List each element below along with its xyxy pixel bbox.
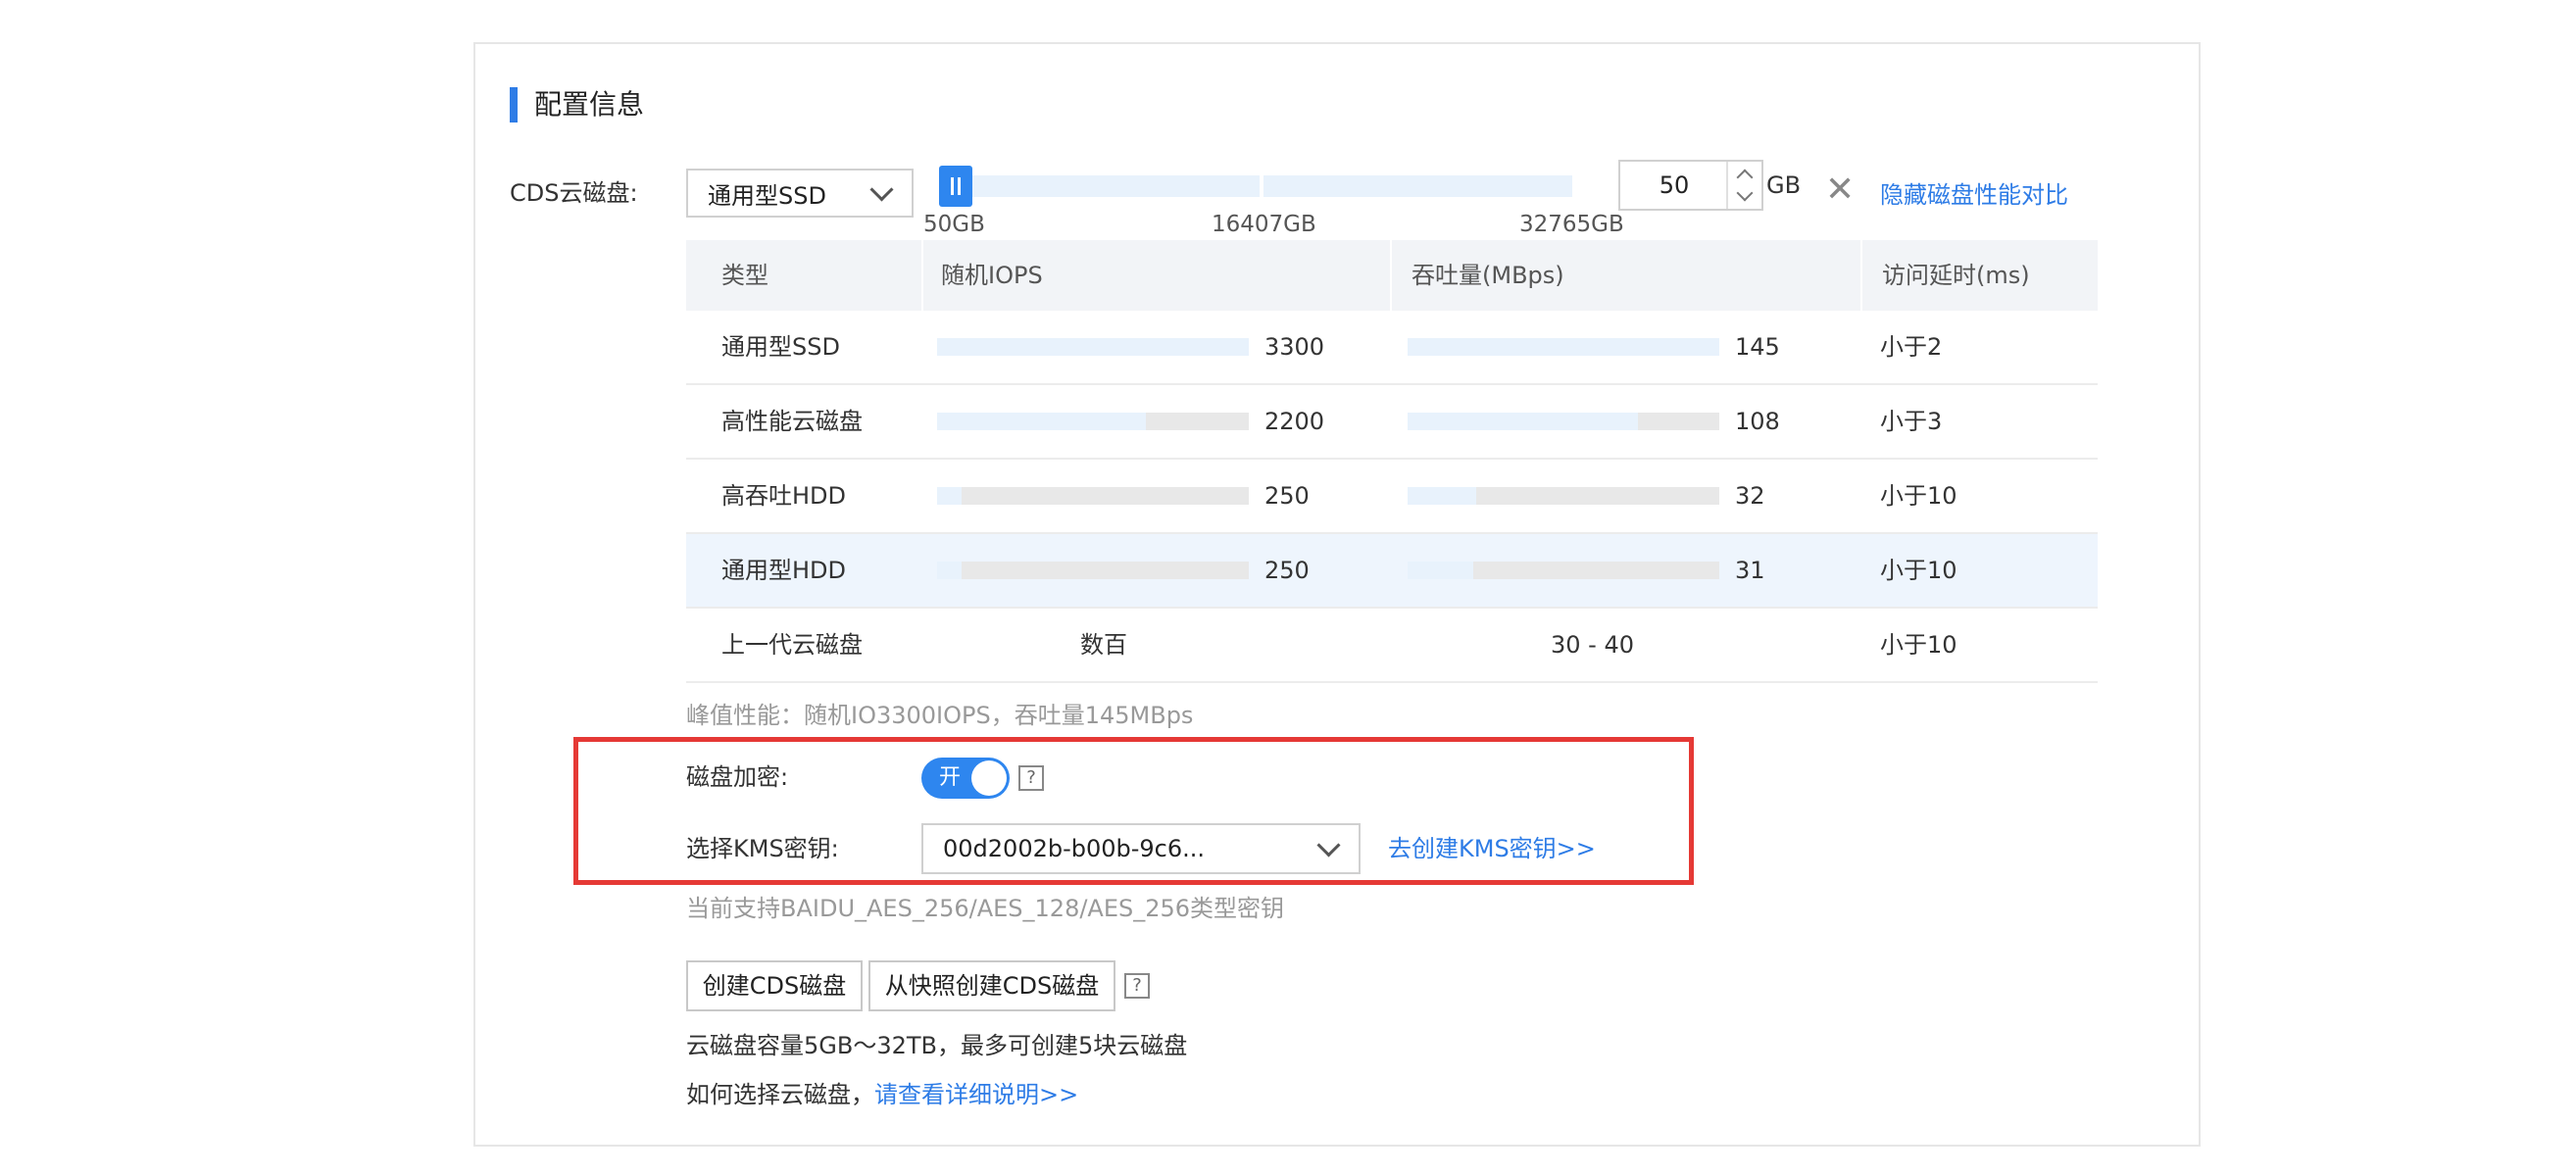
row-throughput: 30 - 40 [1551,631,1634,659]
toggle-text: 开 [939,765,962,790]
throughput-bar [1408,562,1719,579]
howto-text: 如何选择云磁盘， [686,1081,874,1108]
row-throughput: 108 [1735,408,1780,435]
row-throughput: 32 [1735,482,1765,510]
encryption-label: 磁盘加密: [686,763,789,791]
header-latency: 访问延时(ms) [1882,262,2030,289]
row-iops: 数百 [1080,631,1127,659]
hide-compare-link[interactable]: 隐藏磁盘性能对比 [1880,178,2068,212]
throughput-bar [1408,338,1719,356]
row-iops: 3300 [1264,333,1325,361]
row-type: 通用型HDD [721,557,847,584]
iops-bar [937,487,1249,505]
kms-key-selected: 00d2002b-b00b-9c6... [943,835,1206,862]
chevron-down-icon [869,177,894,202]
row-type: 通用型SSD [721,333,840,361]
table-row: 高性能云磁盘 2200 108 小于3 [686,385,2098,460]
help-icon[interactable]: ? [1018,765,1044,791]
slider-thumb[interactable] [939,166,972,207]
size-stepper [1726,162,1761,209]
row-iops: 2200 [1264,408,1325,435]
slider-mid-label: 16407GB [1212,212,1316,237]
peak-performance-note: 峰值性能：随机IO3300IOPS，吞吐量145MBps [686,702,1194,729]
encryption-toggle[interactable]: 开 [921,758,1010,799]
cds-label: CDS云磁盘: [510,179,638,207]
capacity-note: 云磁盘容量5GB～32TB，最多可创建5块云磁盘 [686,1032,1188,1059]
increment-icon[interactable] [1728,162,1761,185]
kms-label: 选择KMS密钥: [686,835,839,862]
iops-bar [937,562,1249,579]
iops-bar [937,413,1249,430]
slider-max-label: 32765GB [1519,212,1624,237]
table-header: 类型 随机IOPS 吞吐量(MBps) 访问延时(ms) [686,240,2098,311]
row-type: 高吞吐HDD [721,482,847,510]
row-throughput: 31 [1735,557,1765,584]
slider-track-segment[interactable] [941,175,1260,197]
throughput-bar [1408,487,1719,505]
disk-size-input[interactable]: 50 [1618,160,1763,211]
disk-size-value[interactable]: 50 [1620,162,1728,209]
throughput-bar [1408,413,1719,430]
row-iops: 250 [1264,482,1310,510]
help-icon[interactable]: ? [1124,973,1150,999]
section-title-accent [510,87,518,122]
header-iops: 随机IOPS [941,262,1043,289]
row-throughput: 145 [1735,333,1780,361]
row-type: 上一代云磁盘 [721,631,863,659]
create-from-snapshot-button[interactable]: 从快照创建CDS磁盘 [868,960,1115,1011]
row-type: 高性能云磁盘 [721,408,863,435]
table-row-highlighted: 通用型HDD 250 31 小于10 [686,534,2098,609]
table-row: 上一代云磁盘 数百 30 - 40 小于10 [686,609,2098,683]
kms-key-select[interactable]: 00d2002b-b00b-9c6... [921,823,1361,874]
close-icon[interactable]: ✕ [1825,172,1855,208]
row-latency: 小于3 [1880,408,1943,435]
support-note: 当前支持BAIDU_AES_256/AES_128/AES_256类型密钥 [686,895,1285,922]
row-iops: 250 [1264,557,1310,584]
slider-min-label: 50GB [923,212,985,237]
size-unit: GB [1766,172,1802,199]
disk-type-selected: 通用型SSD [708,181,826,210]
create-cds-button[interactable]: 创建CDS磁盘 [686,960,863,1011]
toggle-knob [971,760,1007,796]
row-latency: 小于10 [1880,482,1957,510]
chevron-down-icon [1316,833,1341,858]
row-latency: 小于10 [1880,557,1957,584]
section-title: 配置信息 [534,88,645,121]
slider-track-segment[interactable] [1263,175,1572,197]
howto-link[interactable]: 请查看详细说明>> [874,1078,1078,1111]
disk-type-select[interactable]: 通用型SSD [686,169,914,218]
row-latency: 小于10 [1880,631,1957,659]
create-kms-link[interactable]: 去创建KMS密钥>> [1388,832,1596,865]
decrement-icon[interactable] [1728,185,1761,209]
iops-bar [937,338,1249,356]
table-row: 高吞吐HDD 250 32 小于10 [686,460,2098,534]
header-type: 类型 [721,262,768,289]
row-latency: 小于2 [1880,333,1943,361]
header-throughput: 吞吐量(MBps) [1412,262,1564,289]
table-row: 通用型SSD 3300 145 小于2 [686,311,2098,385]
